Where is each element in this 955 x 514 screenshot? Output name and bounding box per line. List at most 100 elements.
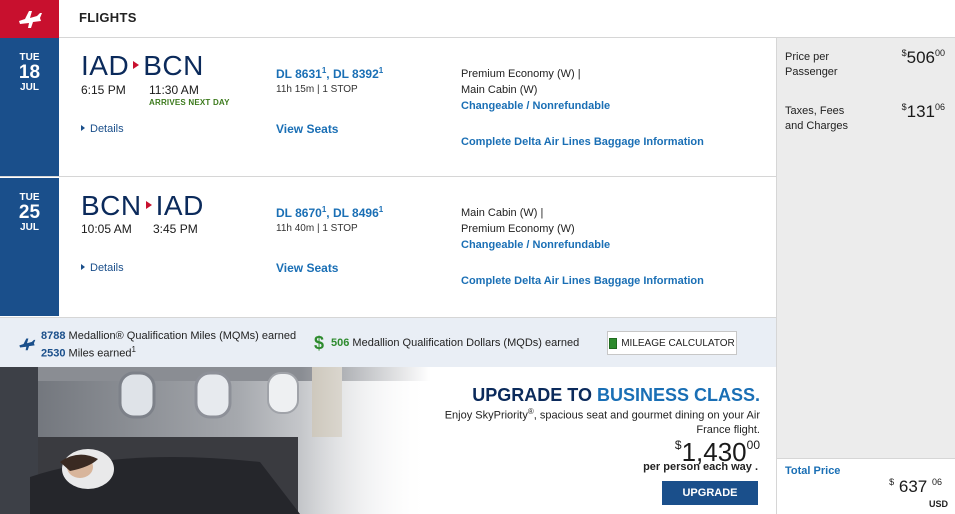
flight-number: DL 8670 [276,206,322,220]
date-month: JUL [20,82,39,93]
dollar-icon: $ [314,333,325,353]
price-summary-panel: Price per Passenger $50600 Taxes, Fees and… [776,38,955,514]
baggage-info-link[interactable]: Complete Delta Air Lines Baggage Informa… [461,275,704,287]
view-seats-link[interactable]: View Seats [276,122,338,136]
label-line: and Charges [785,120,848,132]
airplane-icon [18,11,42,28]
price-cents: 00 [934,48,945,58]
price-value: 637 [898,477,928,496]
depart-time: 10:05 AM [81,222,132,236]
currency-symbol: $ [674,438,682,452]
calculator-icon [609,337,618,349]
footnote-marker: 1 [321,205,327,214]
details-link[interactable]: Details [81,262,124,274]
footnote-marker: 1 [321,66,327,75]
upgrade-promo: UPGRADE TO BUSINESS CLASS. Enjoy SkyPrio… [0,367,776,514]
footnote-marker: 1 [131,345,136,354]
total-price-label: Total Price [785,465,841,477]
mileage-calculator-label: MILEAGE CALCULATOR [621,337,735,349]
flight-card-return: TUE 25 JUL BCN IAD 10:05 AM 3:45 PM Detai… [0,178,776,316]
miles-value: 2530 [41,347,66,360]
cabin-class: Main Cabin (W) | [461,207,544,219]
upgrade-price-note: per person each way . [643,461,758,473]
fare-rules-link[interactable]: Changeable / Nonrefundable [461,100,610,112]
footnote-marker: 1 [378,66,384,75]
mileage-calculator-button[interactable]: MILEAGE CALCULATOR [607,331,737,355]
depart-time: 6:15 PM [81,83,126,97]
price-value: 506 [906,48,935,67]
flight-date: TUE 18 JUL [0,38,59,176]
footnote-marker: 1 [378,205,384,214]
miles-earned-bar: 8788 Medallion® Qualification Miles (MQM… [0,317,776,367]
expand-icon [81,264,85,270]
flight-number-link[interactable]: DL 86701 [276,205,327,220]
destination-airport: IAD [155,190,204,221]
details-label: Details [90,123,124,135]
route-arrow-icon [145,201,152,209]
arrives-next-day-note: ARRIVES NEXT DAY [149,98,230,107]
total-price-amount: $ 637 06 [889,477,942,497]
fare-rules-link[interactable]: Changeable / Nonrefundable [461,239,610,251]
label-line: Passenger [785,66,838,78]
price-per-passenger-label: Price per Passenger [785,50,838,80]
business-class-seat-photo [0,367,430,514]
date-day: 18 [18,62,41,83]
origin-airport: IAD [81,50,130,81]
total-price-box: Total Price $ 637 06 USD [777,458,955,514]
route: BCN IAD [81,190,204,222]
flight-number-link[interactable]: DL 83921 [332,66,384,81]
upgrade-title-prefix: UPGRADE TO [472,385,592,405]
flight-numbers: DL 86701, DL 84961 [276,205,384,220]
label-line: Price per [785,51,830,63]
upgrade-button[interactable]: UPGRADE [662,481,758,505]
upgrade-title-highlight: BUSINESS CLASS. [596,385,760,405]
taxes-fees-label: Taxes, Fees and Charges [785,104,848,134]
expand-icon [81,125,85,131]
miles-label: Miles earned [68,347,132,360]
mqd-earned: 506 Medallion Qualification Dollars (MQD… [331,337,579,349]
cabin-class: Main Cabin (W) [461,84,538,96]
price-cents: 06 [934,102,945,112]
currency-symbol: $ [889,477,895,487]
page-title: FLIGHTS [79,10,137,25]
flight-card-outbound: TUE 18 JUL IAD BCN 6:15 PM 11:30 AM ARRIV… [0,38,776,177]
baggage-info-link[interactable]: Complete Delta Air Lines Baggage Informa… [461,136,704,148]
mqm-label: Medallion® Qualification Miles (MQMs) ea… [68,330,297,342]
flight-number: DL 8392 [332,67,379,81]
details-label: Details [90,262,124,274]
taxes-fees-amount: $13106 [902,102,945,122]
details-link[interactable]: Details [81,123,124,135]
cabin-class: Premium Economy (W) | [461,68,581,80]
route-arrow-icon [133,61,140,69]
upgrade-desc-text: , spacious seat and gourmet dining on yo… [533,409,760,436]
mqd-label: Medallion Qualification Dollars (MQDs) e… [352,337,580,349]
flight-date: TUE 25 JUL [0,178,59,316]
duration-stops: 11h 40m | 1 STOP [276,223,358,234]
flight-number-link[interactable]: DL 84961 [332,205,384,220]
price-cents: 06 [931,477,942,487]
price-cents: 00 [746,438,760,452]
route: IAD BCN [81,50,204,82]
label-line: Taxes, Fees [785,105,845,117]
view-seats-link[interactable]: View Seats [276,261,338,275]
airplane-icon [19,338,36,351]
page-header: FLIGHTS [0,0,955,38]
upgrade-desc-text: Enjoy SkyPriority [444,409,528,422]
arrive-time: 11:30 AM [149,83,199,97]
upgrade-title: UPGRADE TO BUSINESS CLASS. [380,385,760,406]
currency-code: USD [928,499,948,509]
origin-airport: BCN [81,190,142,221]
flight-number: DL 8631 [276,67,322,81]
flight-number-link[interactable]: DL 86311 [276,66,327,81]
mqd-value: 506 [331,337,350,349]
flight-number: DL 8496 [332,206,379,220]
cabin-class: Premium Economy (W) [461,223,575,235]
destination-airport: BCN [143,50,204,81]
mqm-value: 8788 [41,330,66,342]
upgrade-description: Enjoy SkyPriority®, spacious seat and go… [420,405,760,437]
price-per-passenger-amount: $50600 [902,48,945,68]
date-month: JUL [20,222,39,233]
flight-numbers: DL 86311, DL 83921 [276,66,384,81]
arrive-time: 3:45 PM [153,222,198,236]
duration-stops: 11h 15m | 1 STOP [276,84,358,95]
